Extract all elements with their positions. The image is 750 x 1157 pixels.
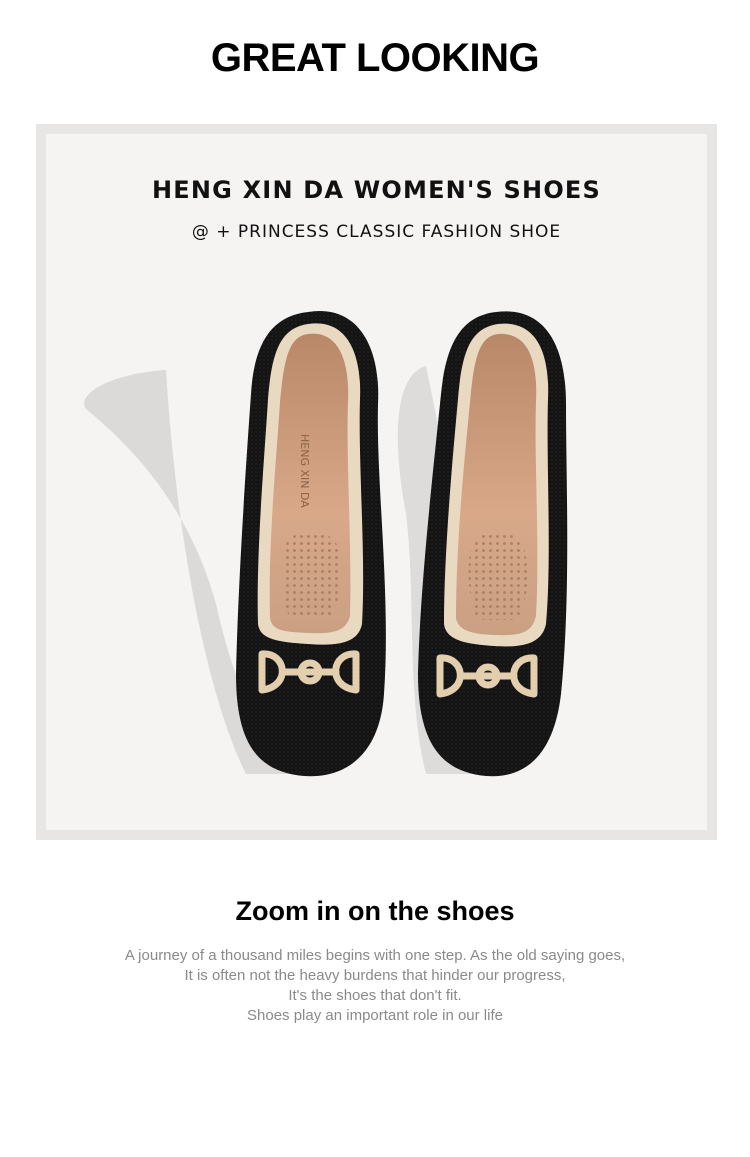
right-shoe (418, 311, 568, 777)
left-shoe: HENG XIN DA (236, 310, 386, 777)
product-photo-frame: HENG XIN DA HENG XIN DA WOMEN'S SHOES @ … (36, 124, 717, 840)
description-line: It is often not the heavy burdens that h… (184, 967, 566, 984)
description-line: A journey of a thousand miles begins wit… (124, 947, 626, 964)
description-line: Shoes play an important role in our life (247, 1007, 503, 1024)
photo-subtitle: @ + PRINCESS CLASSIC FASHION SHOE (191, 222, 562, 242)
left-insole-brand: HENG XIN DA (298, 434, 311, 508)
product-photo: HENG XIN DA HENG XIN DA WOMEN'S SHOES @ … (46, 134, 707, 830)
headline: GREAT LOOKING (210, 36, 540, 80)
section-title: Zoom in on the shoes (235, 896, 515, 926)
photo-title: HENG XIN DA WOMEN'S SHOES (151, 176, 602, 204)
description: A journey of a thousand miles begins wit… (0, 946, 750, 1026)
description-line: It's the shoes that don't fit. (288, 987, 462, 1004)
